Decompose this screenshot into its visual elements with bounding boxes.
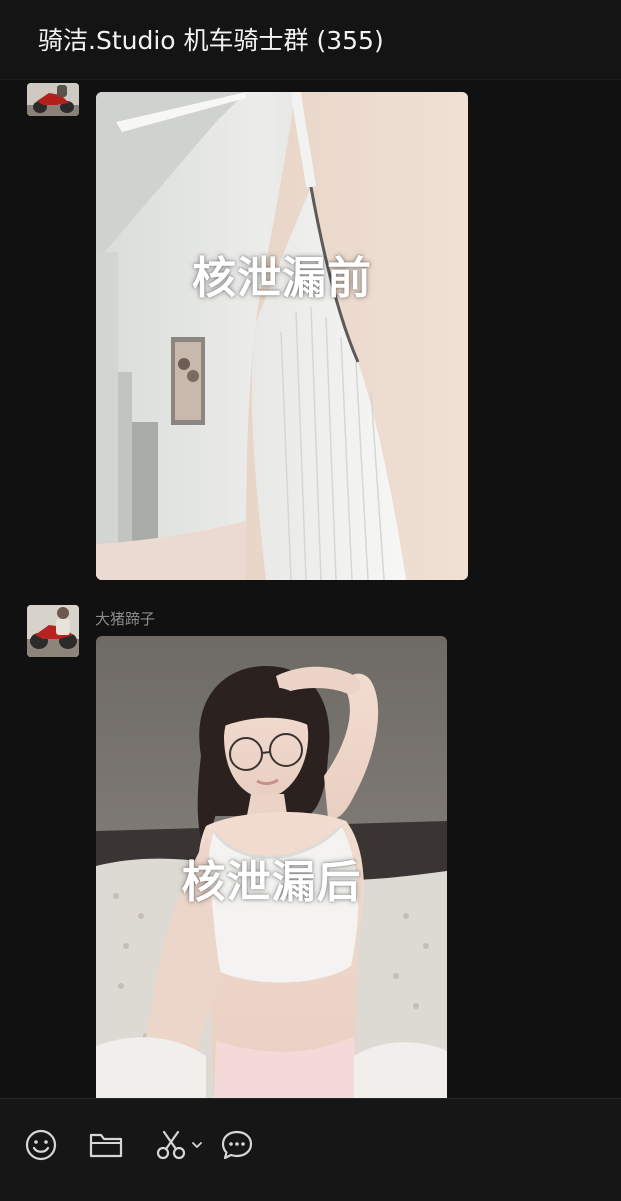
image-caption: 核泄漏后 (181, 857, 362, 908)
scissors-icon (156, 1130, 186, 1160)
emoji-button[interactable] (22, 1125, 60, 1165)
chat-header: 骑洁.Studio 机车骑士群 (355) (0, 0, 621, 80)
chat-history-button[interactable] (218, 1125, 256, 1165)
sender-avatar[interactable] (27, 605, 79, 657)
chat-image[interactable]: 核泄漏前 (96, 92, 468, 580)
emoji-icon (25, 1129, 57, 1161)
group-title[interactable]: 骑洁.Studio 机车骑士群 (355) (38, 26, 384, 56)
sender-avatar[interactable] (27, 83, 79, 116)
image-caption: 核泄漏前 (192, 253, 372, 304)
folder-icon (89, 1133, 123, 1158)
input-toolbar (0, 1098, 621, 1201)
message-list[interactable]: 核泄漏前 大猪蹄子 核泄漏后 (0, 80, 621, 1098)
chat-bubble-icon (221, 1130, 253, 1160)
chevron-down-icon[interactable] (190, 1138, 204, 1152)
screenshot-button[interactable] (152, 1125, 206, 1165)
chat-image[interactable]: 核泄漏后 (96, 636, 447, 1098)
file-button[interactable] (86, 1125, 126, 1165)
sender-name: 大猪蹄子 (95, 610, 156, 628)
